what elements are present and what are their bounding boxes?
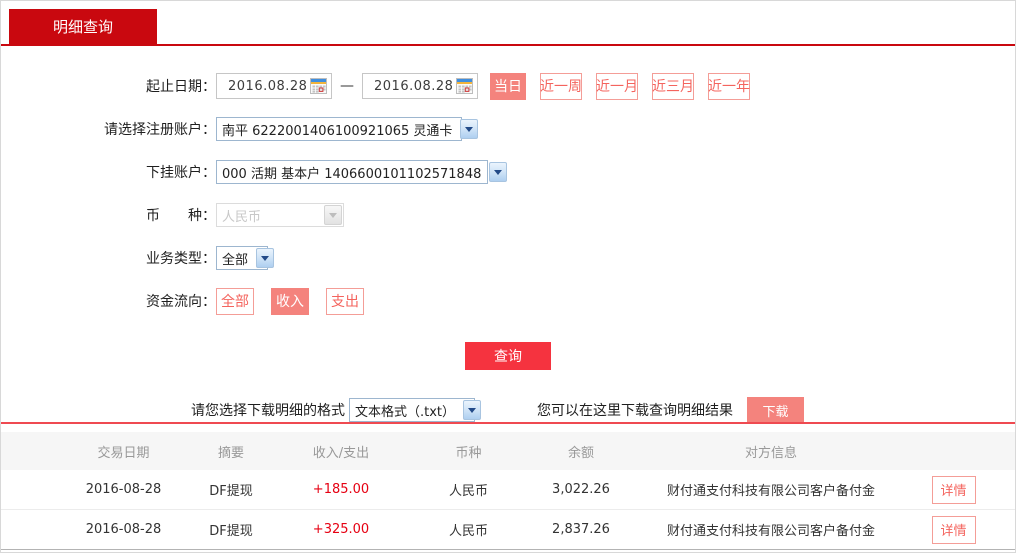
query-form: 起止日期： 2016.08.28 — 2016.08.28 当日 近一周 近一月…: [1, 72, 1015, 423]
currency-select: 人民币: [216, 203, 344, 227]
business-type-value: 全部: [222, 252, 249, 268]
header-summary: 摘要: [217, 445, 244, 461]
currency-row: 币 种： 人民币: [1, 202, 1015, 228]
detail-query-page: 明细查询 起止日期： 2016.08.28 — 2016.08.28 当日 近一…: [0, 0, 1016, 553]
chevron-down-icon: [324, 205, 342, 225]
header-trade-date: 交易日期: [97, 445, 150, 461]
quick-range-month-button[interactable]: 近一月: [596, 72, 638, 100]
fund-flow-expense-button[interactable]: 支出: [326, 287, 364, 315]
header-currency: 币种: [455, 445, 482, 461]
start-date-value: 2016.08.28: [228, 78, 308, 94]
quick-range-week-button[interactable]: 近一周: [540, 72, 582, 100]
sub-account-row: 下挂账户： 000 活期 基本户 1406600101102571848: [1, 159, 1015, 185]
table-row: 2016-08-28 DF提现 +185.00 人民币 3,022.26 财付通…: [1, 470, 1015, 510]
register-account-value: 南平 6222001406100921065 灵通卡: [222, 123, 453, 139]
table-header-row: 交易日期 摘要 收入/支出 币种 余额 对方信息: [1, 432, 1015, 470]
fund-flow-all-button[interactable]: 全部: [216, 287, 254, 315]
chevron-down-icon[interactable]: [489, 162, 508, 182]
table-row: 2016-08-28 DF提现 +325.00 人民币 2,837.26 财付通…: [1, 510, 1015, 550]
chevron-down-icon[interactable]: [463, 400, 482, 420]
download-button[interactable]: 下载: [747, 397, 804, 423]
cell-currency: 人民币: [448, 484, 488, 499]
quick-range-quarter-button[interactable]: 近三月: [652, 72, 694, 100]
cell-trade-date: 2016-08-28: [85, 522, 162, 537]
cell-counterparty: 财付通支付科技有限公司客户备付金: [666, 524, 875, 539]
cell-amount: +325.00: [312, 522, 370, 537]
business-type-select[interactable]: 全部: [216, 246, 275, 270]
header-counterparty: 对方信息: [744, 445, 797, 461]
cell-balance: 3,022.26: [552, 482, 610, 497]
query-button[interactable]: 查询: [465, 342, 551, 370]
query-button-row: 查询: [1, 342, 1015, 370]
result-table: 交易日期 摘要 收入/支出 币种 余额 对方信息 2016-08-28 DF提现…: [1, 422, 1015, 550]
cell-action: 详情: [896, 515, 1011, 544]
date-range-separator: —: [340, 78, 354, 94]
cell-action: 详情: [896, 475, 1011, 504]
date-range-row: 起止日期： 2016.08.28 — 2016.08.28 当日 近一周 近一月…: [1, 72, 1015, 100]
header-balance: 余额: [567, 445, 594, 461]
cell-amount: +185.00: [312, 482, 370, 497]
tab-detail-query[interactable]: 明细查询: [9, 9, 157, 44]
detail-button[interactable]: 详情: [931, 515, 976, 544]
fund-flow-label: 资金流向：: [146, 294, 216, 310]
fund-flow-income-button[interactable]: 收入: [271, 287, 309, 315]
download-format-select[interactable]: 文本格式（.txt）: [349, 398, 482, 422]
chevron-down-icon[interactable]: [256, 248, 275, 268]
cell-trade-date: 2016-08-28: [85, 482, 162, 497]
table-top-divider: [1, 422, 1015, 424]
calendar-icon[interactable]: [310, 78, 327, 94]
register-account-select[interactable]: 南平 6222001406100921065 灵通卡: [216, 117, 479, 141]
register-account-row: 请选择注册账户： 南平 6222001406100921065 灵通卡: [1, 116, 1015, 142]
currency-value: 人民币: [222, 209, 262, 225]
download-format-label: 请您选择下载明细的格式: [191, 403, 345, 419]
detail-button[interactable]: 详情: [931, 475, 976, 504]
cell-summary: DF提现: [209, 524, 253, 539]
cell-balance: 2,837.26: [552, 522, 610, 537]
quick-range-today-button[interactable]: 当日: [490, 72, 526, 100]
download-hint: 您可以在这里下载查询明细结果: [537, 403, 733, 419]
sub-account-select[interactable]: 000 活期 基本户 1406600101102571848: [216, 160, 508, 184]
business-type-label: 业务类型：: [146, 251, 216, 267]
tab-underline: [1, 44, 1015, 46]
calendar-icon[interactable]: [456, 78, 473, 94]
chevron-down-icon[interactable]: [460, 119, 479, 139]
end-date-value: 2016.08.28: [374, 78, 454, 94]
cell-counterparty: 财付通支付科技有限公司客户备付金: [666, 484, 875, 499]
sub-account-value: 000 活期 基本户 1406600101102571848: [222, 166, 482, 182]
currency-label: 币 种：: [146, 208, 216, 224]
business-type-row: 业务类型： 全部: [1, 245, 1015, 271]
download-format-value: 文本格式（.txt）: [355, 404, 456, 420]
end-date-input[interactable]: 2016.08.28: [362, 73, 478, 99]
sub-account-label: 下挂账户：: [146, 165, 216, 181]
date-range-label: 起止日期：: [146, 79, 216, 95]
start-date-input[interactable]: 2016.08.28: [216, 73, 332, 99]
fund-flow-row: 资金流向： 全部 收入 支出: [1, 287, 1015, 315]
cell-summary: DF提现: [209, 484, 253, 499]
header-amount: 收入/支出: [312, 445, 370, 461]
quick-range-year-button[interactable]: 近一年: [708, 72, 750, 100]
cell-currency: 人民币: [448, 524, 488, 539]
download-row: 请您选择下载明细的格式 文本格式（.txt） 您可以在这里下载查询明细结果 下载: [1, 397, 1015, 423]
register-account-label: 请选择注册账户：: [104, 122, 216, 138]
